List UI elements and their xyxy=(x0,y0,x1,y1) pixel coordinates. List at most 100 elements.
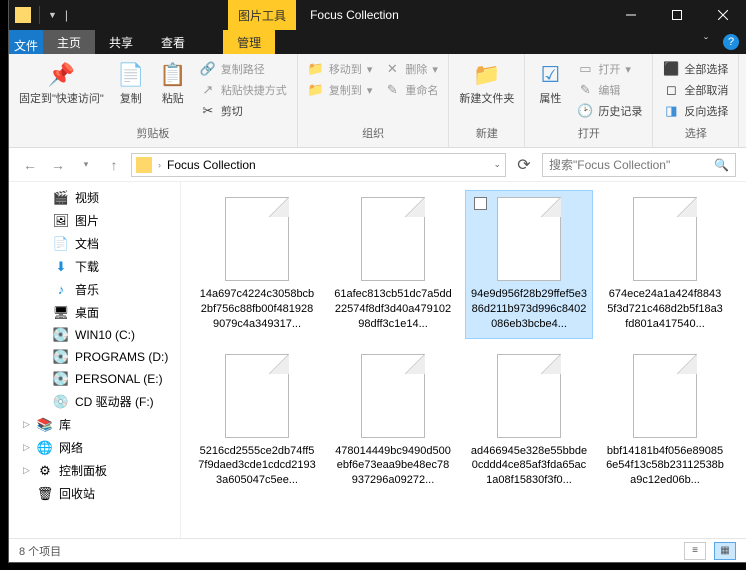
recent-locations-button[interactable]: ▾ xyxy=(75,154,97,176)
e-icon: 💽 xyxy=(53,371,69,387)
icons-view-button[interactable]: ▦ xyxy=(714,542,736,560)
sidebar-item-label: 图片 xyxy=(75,212,99,229)
file-name: 674ece24a1a424f88435f3d721c468d2b5f18a3f… xyxy=(606,287,724,332)
qat-dropdown-icon[interactable]: ▼ xyxy=(48,10,57,20)
history-button[interactable]: 🕑历史记录 xyxy=(573,102,646,120)
sidebar-item-label: 回收站 xyxy=(59,485,95,502)
file-icon xyxy=(497,354,561,438)
sidebar-item-label: 库 xyxy=(59,416,71,433)
tab-file[interactable]: 文件 xyxy=(9,30,43,54)
rename-button[interactable]: ✎重命名 xyxy=(380,81,442,99)
titlebar: ▼ | 图片工具 Focus Collection xyxy=(9,0,746,30)
status-text: 8 个项目 xyxy=(19,543,676,559)
file-item[interactable]: 14a697c4224c3058bcb2bf756c88fb00f4819289… xyxy=(193,190,321,339)
net-icon: 🌐 xyxy=(37,440,53,456)
breadcrumb[interactable]: Focus Collection xyxy=(167,158,256,172)
sidebar-item-videos[interactable]: 🎬视频 xyxy=(9,186,180,209)
file-item[interactable]: 61afec813cb51dc7a5dd22574f8df3d40a479102… xyxy=(329,190,457,339)
move-to-button[interactable]: 📁移动到 ▾ xyxy=(304,60,377,78)
sidebar-item-bin[interactable]: 🗑回收站 xyxy=(9,482,180,505)
checkbox[interactable] xyxy=(474,197,487,210)
file-item[interactable]: 478014449bc9490d500ebf6e73eaa9be48ec7893… xyxy=(329,347,457,496)
file-item[interactable]: bbf14181b4f056e890856e54f13c58b23112538b… xyxy=(601,347,729,496)
up-button[interactable]: ↑ xyxy=(103,154,125,176)
minimize-button[interactable] xyxy=(608,0,654,30)
address-bar[interactable]: › Focus Collection ⌄ xyxy=(131,153,506,177)
help-button[interactable]: ? xyxy=(716,30,746,54)
documents-icon: 📄 xyxy=(53,236,69,252)
contextual-tab-label: 图片工具 xyxy=(228,0,296,30)
invert-selection-button[interactable]: ◨反向选择 xyxy=(659,102,732,120)
sidebar-item-f[interactable]: 💿CD 驱动器 (F:) xyxy=(9,390,180,413)
sidebar-item-label: 文档 xyxy=(75,235,99,252)
file-icon xyxy=(361,354,425,438)
tab-view[interactable]: 查看 xyxy=(147,30,199,54)
pin-button[interactable]: 📌 固定到"快速访问" xyxy=(15,58,108,108)
file-icon xyxy=(225,197,289,281)
file-name: 94e9d956f28b29ffef5e386d211b973d996c8402… xyxy=(470,287,588,332)
new-folder-button[interactable]: 📁 新建文件夹 xyxy=(455,58,518,108)
select-all-button[interactable]: ⬛全部选择 xyxy=(659,60,732,78)
file-name: 478014449bc9490d500ebf6e73eaa9be48ec7893… xyxy=(334,444,452,489)
invert-icon: ◨ xyxy=(663,103,679,119)
sidebar-item-cpl[interactable]: ▷⚙控制面板 xyxy=(9,459,180,482)
sidebar-item-label: 视频 xyxy=(75,189,99,206)
tab-share[interactable]: 共享 xyxy=(95,30,147,54)
refresh-button[interactable]: ⟳ xyxy=(512,155,536,175)
copy-path-button[interactable]: 🔗复制路径 xyxy=(196,60,291,78)
sidebar-item-lib[interactable]: ▷📚库 xyxy=(9,413,180,436)
sidebar-item-d[interactable]: 💽PROGRAMS (D:) xyxy=(9,346,180,368)
close-button[interactable] xyxy=(700,0,746,30)
chevron-right-icon[interactable]: ▷ xyxy=(23,419,30,430)
sidebar-item-net[interactable]: ▷🌐网络 xyxy=(9,436,180,459)
pictures-icon: 🖼 xyxy=(53,213,69,229)
sidebar-item-c[interactable]: 💽WIN10 (C:) xyxy=(9,324,180,346)
sidebar-item-documents[interactable]: 📄 文档 xyxy=(9,232,180,255)
chevron-right-icon[interactable]: ▷ xyxy=(23,442,30,453)
file-item[interactable]: 5216cd2555ce2db74ff57f9daed3cde1cdcd2193… xyxy=(193,347,321,496)
properties-button[interactable]: ☑ 属性 xyxy=(531,58,569,108)
open-button[interactable]: ▭打开 ▾ xyxy=(573,60,646,78)
window-title: Focus Collection xyxy=(296,0,608,30)
select-none-icon: ◻ xyxy=(663,82,679,98)
cut-button[interactable]: ✂剪切 xyxy=(196,102,291,120)
copy-to-button[interactable]: 📁复制到 ▾ xyxy=(304,81,377,99)
tab-home[interactable]: 主页 xyxy=(43,30,95,54)
sidebar-item-label: 控制面板 xyxy=(59,462,107,479)
delete-button[interactable]: ✕删除 ▾ xyxy=(380,60,442,78)
c-icon: 💽 xyxy=(53,327,69,343)
sidebar-item-desktop[interactable]: 🖥桌面 xyxy=(9,301,180,324)
forward-button[interactable]: → xyxy=(47,154,69,176)
edit-button[interactable]: ✎编辑 xyxy=(573,81,646,99)
maximize-button[interactable] xyxy=(654,0,700,30)
navigation-pane[interactable]: 🎬视频🖼图片📄文档⬇下载♪音乐🖥桌面💽WIN10 (C:)💽PROGRAMS (… xyxy=(9,182,181,538)
file-item[interactable]: ad466945e328e55bbde0cddd4ce85af3fda65ac1… xyxy=(465,347,593,496)
search-input[interactable]: 搜索"Focus Collection" 🔍 xyxy=(542,153,736,177)
sidebar-item-pictures[interactable]: 🖼 图片 xyxy=(9,209,180,232)
paste-shortcut-button[interactable]: ↗粘贴快捷方式 xyxy=(196,81,291,99)
file-item[interactable]: 94e9d956f28b29ffef5e386d211b973d996c8402… xyxy=(465,190,593,339)
copy-button[interactable]: 📄 复制 xyxy=(112,58,150,108)
f-icon: 💿 xyxy=(53,394,69,410)
chevron-right-icon[interactable]: ▷ xyxy=(23,465,30,476)
paste-button[interactable]: 📋 粘贴 xyxy=(154,58,192,108)
path-icon: 🔗 xyxy=(200,61,216,77)
sidebar-item-downloads[interactable]: ⬇下载 xyxy=(9,255,180,278)
ribbon: 📌 固定到"快速访问" 📄 复制 📋 粘贴 🔗复制路径 ↗粘贴快捷方式 ✂剪切 xyxy=(9,54,746,148)
sidebar-item-music[interactable]: ♪音乐 xyxy=(9,278,180,301)
file-item[interactable]: 674ece24a1a424f88435f3d721c468d2b5f18a3f… xyxy=(601,190,729,339)
sidebar-item-label: PROGRAMS (D:) xyxy=(75,350,168,364)
sidebar-item-label: 音乐 xyxy=(75,281,99,298)
search-icon: 🔍 xyxy=(714,158,729,172)
chevron-down-icon[interactable]: ⌄ xyxy=(493,159,501,170)
rename-icon: ✎ xyxy=(384,82,400,98)
file-icon xyxy=(633,197,697,281)
sidebar-item-e[interactable]: 💽PERSONAL (E:) xyxy=(9,368,180,390)
back-button[interactable]: ← xyxy=(19,154,41,176)
ribbon-collapse-icon[interactable]: ˇ xyxy=(696,30,716,54)
tab-manage[interactable]: 管理 xyxy=(223,30,275,54)
file-pane[interactable]: 14a697c4224c3058bcb2bf756c88fb00f4819289… xyxy=(181,182,746,538)
select-none-button[interactable]: ◻全部取消 xyxy=(659,81,732,99)
details-view-button[interactable]: ≡ xyxy=(684,542,706,560)
file-icon xyxy=(497,197,561,281)
